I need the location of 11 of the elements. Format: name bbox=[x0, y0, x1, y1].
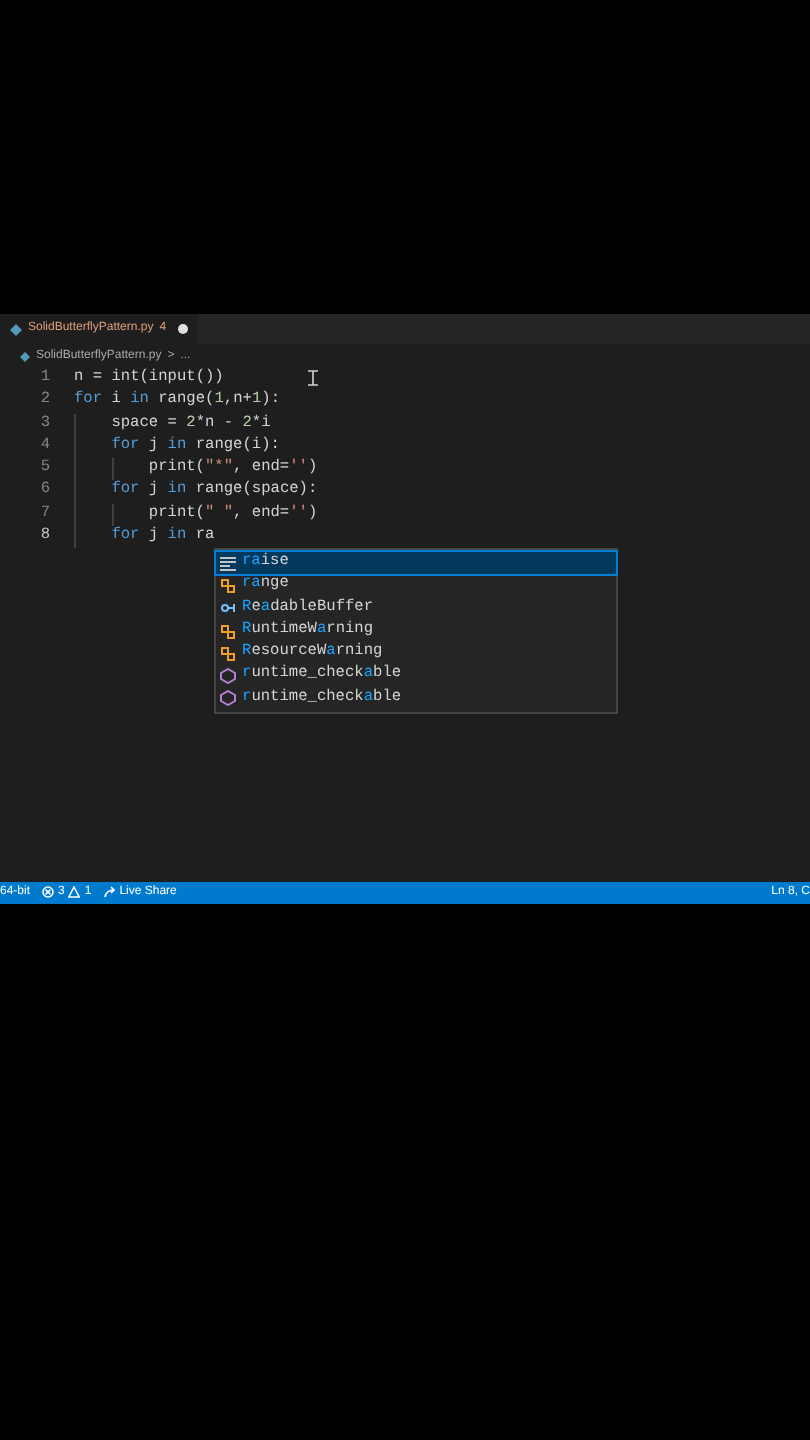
share-arrow-icon bbox=[103, 886, 116, 898]
class-icon bbox=[220, 645, 236, 662]
keyword-icon bbox=[220, 555, 236, 572]
python-file-icon bbox=[20, 351, 30, 361]
python-file-icon bbox=[10, 323, 22, 335]
error-icon bbox=[42, 886, 55, 898]
warning-icon bbox=[68, 886, 81, 898]
interface-icon bbox=[220, 600, 236, 617]
class-icon bbox=[220, 623, 236, 640]
mouse-cursor-icon bbox=[308, 370, 318, 386]
class-icon bbox=[220, 577, 236, 594]
